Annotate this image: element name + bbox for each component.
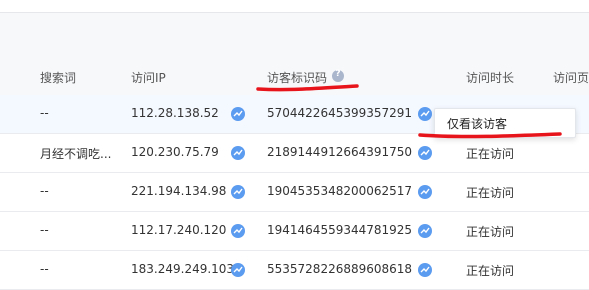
toolbar-area [0,12,589,60]
table-header: 搜索词 访问IP 访客标识码 ? 访问时长 访问页 [0,58,589,96]
cell-ip: 112.28.138.52 [131,106,219,120]
visitor-trend-icon[interactable] [418,263,432,277]
cell-search-term: -- [40,223,49,237]
ip-trend-icon[interactable] [231,185,245,199]
cell-duration: 正在访问 [466,225,515,239]
cell-visitor-id: 2189144912664391750 [267,145,413,159]
cell-visitor-id: 5704422645399357291 [267,106,413,120]
table-row[interactable]: -- 221.194.134.98 1904535348200062517 正在… [0,173,589,212]
ip-trend-icon[interactable] [231,146,245,160]
visitor-trend-icon[interactable] [418,185,432,199]
cell-ip: 112.17.240.120 [131,223,227,237]
cell-visitor-id: 1941464559344781925 [267,223,413,237]
cell-ip: 120.230.75.79 [131,145,219,159]
cell-duration: 正在访问 [466,186,515,200]
top-blank-area [0,0,589,12]
header-ip: 访问IP [131,71,166,85]
only-this-visitor-option[interactable]: 仅看该访客 [447,115,507,132]
cell-visitor-id: 5535728226889608618 [267,262,413,276]
header-duration: 访问时长 [466,71,515,85]
ip-trend-icon[interactable] [231,263,245,277]
visitor-trend-icon[interactable] [418,107,432,121]
header-search-term: 搜索词 [40,71,77,85]
cell-ip: 221.194.134.98 [131,184,227,198]
cell-search-term: -- [40,106,49,120]
cell-search-term: -- [40,262,49,276]
visitor-filter-popup[interactable]: 仅看该访客 [434,108,576,138]
visitor-trend-icon[interactable] [418,224,432,238]
cell-search-term: -- [40,184,49,198]
cell-duration: 正在访问 [466,147,515,161]
table-row[interactable]: -- 112.17.240.120 1941464559344781925 正在… [0,212,589,251]
cell-search-term: 月经不调吃... [40,147,112,161]
ip-trend-icon[interactable] [231,224,245,238]
cell-visitor-id: 1904535348200062517 [267,184,413,198]
header-page: 访问页 [553,71,589,85]
help-icon[interactable]: ? [332,69,344,82]
table-row[interactable]: 月经不调吃... 120.230.75.79 21891449126643917… [0,134,589,173]
cell-ip: 183.249.249.103 [131,262,235,276]
header-visitor-id: 访客标识码 [267,71,328,85]
ip-trend-icon[interactable] [231,107,245,121]
visitor-trend-icon[interactable] [418,146,432,160]
